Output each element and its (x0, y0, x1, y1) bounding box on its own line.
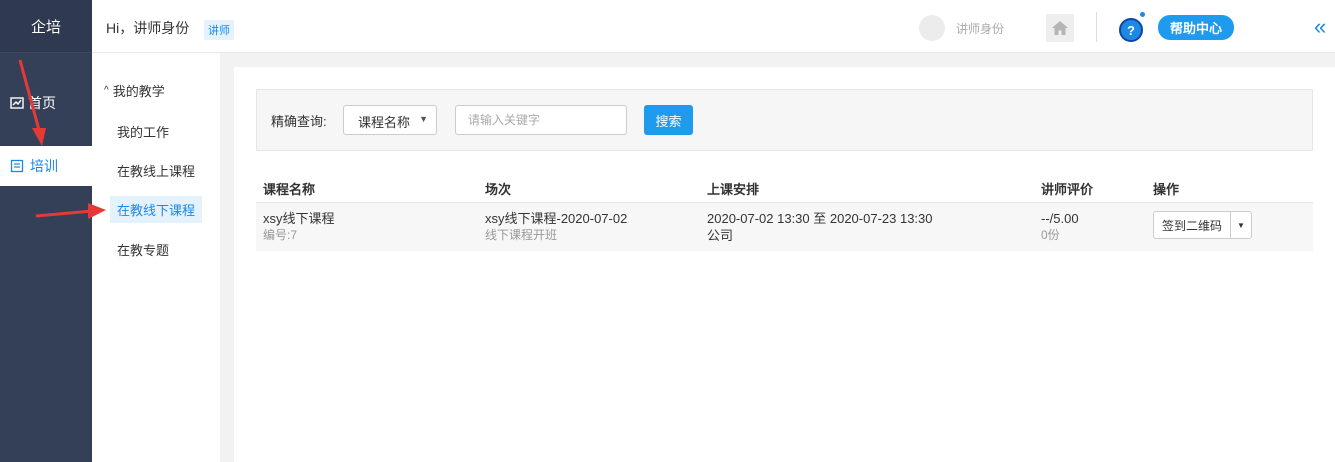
schedule-time: 2020-07-02 13:30 至 2020-07-23 13:30 (707, 211, 933, 226)
help-center-button[interactable]: 帮助中心 (1158, 15, 1235, 40)
course-table: 课程名称 场次 上课安排 讲师评价 操作 xsy线下课程 编号:7 xsy线下课… (256, 175, 1313, 251)
role-badge: 讲师 (204, 20, 234, 40)
session-name: xsy线下课程-2020-07-02 (485, 211, 628, 226)
caret-down-icon: ▼ (419, 114, 428, 124)
course-name[interactable]: xsy线下课程 (263, 210, 335, 227)
col-action: 操作 (1153, 182, 1180, 197)
qr-checkin-split-button: 签到二维码 ▼ (1153, 211, 1253, 239)
left-nav: 企培 首页 培训 (0, 0, 92, 462)
col-rating: 讲师评价 (1041, 182, 1094, 197)
col-schedule: 上课安排 (707, 182, 760, 197)
top-header: Hi，讲师身份 讲师 讲师身份 ? 帮助中心 « (92, 0, 1335, 53)
course-code: 编号:7 (263, 228, 298, 242)
avatar[interactable] (919, 15, 945, 41)
session-cell: xsy线下课程-2020-07-02 线下课程开班 (485, 210, 627, 244)
subnav-item-my-work[interactable]: 我的工作 (117, 122, 169, 141)
col-session: 场次 (485, 182, 512, 197)
filter-select-value: 课程名称 (358, 115, 411, 130)
home-button[interactable] (1046, 14, 1074, 42)
subnav-item-offline-courses[interactable]: 在教线下课程 (110, 196, 203, 223)
caret-down-icon[interactable]: ▼ (1231, 212, 1251, 238)
identity-switch[interactable]: 讲师身份 (956, 20, 1004, 37)
nav-item-home[interactable]: 首页 (0, 88, 92, 118)
session-sub: 线下课程开班 (485, 228, 558, 242)
greeting-text: Hi，讲师身份 (106, 20, 190, 36)
help-dot-icon (1140, 12, 1145, 17)
course-name-cell: xsy线下课程 编号:7 (263, 210, 335, 244)
main-panel: 精确查询: 课程名称 ▼ 搜索 课程名称 场次 上课安排 讲师评价 操作 xsy… (234, 67, 1335, 462)
search-button[interactable]: 搜索 (644, 105, 693, 135)
home-icon (1052, 21, 1068, 35)
schedule-location: 公司 (707, 228, 734, 243)
filter-bar: 精确查询: 课程名称 ▼ 搜索 (256, 89, 1313, 151)
collapse-double-chevron-icon[interactable]: « (1314, 14, 1326, 40)
rating-score: --/5.00 (1041, 211, 1079, 226)
subnav-item-online-courses[interactable]: 在教线上课程 (117, 161, 195, 180)
schedule-cell: 2020-07-02 13:30 至 2020-07-23 13:30 公司 (707, 210, 933, 244)
nav-item-training-label: 培训 (30, 158, 58, 174)
brand-logo: 企培 (0, 0, 92, 53)
nav-item-training[interactable]: 培训 (0, 146, 92, 186)
qr-checkin-button[interactable]: 签到二维码 (1154, 212, 1232, 238)
table-header: 课程名称 场次 上课安排 讲师评价 操作 (256, 175, 1313, 203)
nav-item-home-label: 首页 (28, 95, 56, 111)
col-course-name: 课程名称 (263, 182, 316, 197)
header-divider (1096, 12, 1097, 42)
rating-count: 0份 (1041, 228, 1060, 242)
filter-field-select[interactable]: 课程名称 ▼ (343, 105, 437, 135)
subnav-group-teaching[interactable]: ^ 我的教学 (104, 81, 165, 100)
rating-cell: --/5.00 0份 (1041, 210, 1079, 244)
subnav-group-label: 我的教学 (112, 84, 165, 99)
keyword-input[interactable] (455, 105, 627, 135)
sub-nav: ^ 我的教学 我的工作 在教线上课程 在教线下课程 在教专题 (92, 53, 220, 462)
table-row: xsy线下课程 编号:7 xsy线下课程-2020-07-02 线下课程开班 2… (256, 203, 1313, 251)
book-icon (10, 159, 24, 173)
filter-label: 精确查询: (271, 114, 327, 129)
chart-icon (10, 97, 24, 109)
subnav-item-topics[interactable]: 在教专题 (117, 240, 169, 259)
help-question-icon[interactable]: ? (1119, 18, 1143, 42)
chevron-up-icon: ^ (104, 85, 109, 96)
